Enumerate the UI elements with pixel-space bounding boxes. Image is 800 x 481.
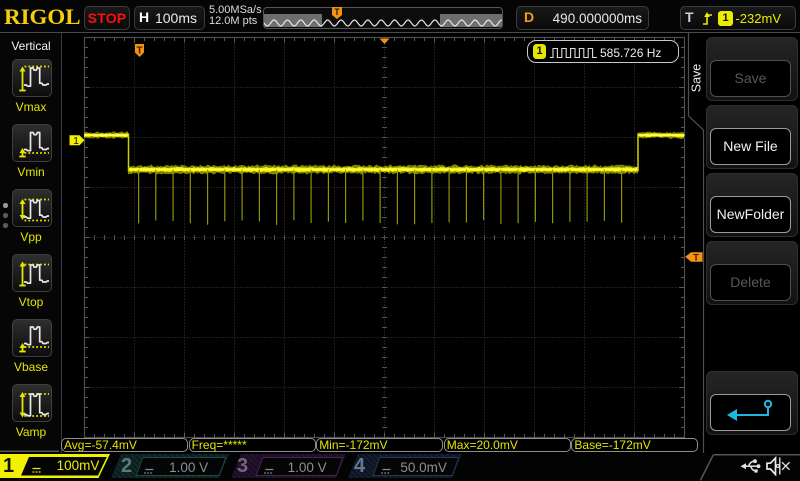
svg-text:T: T: [334, 7, 340, 17]
svg-text:T: T: [136, 46, 142, 57]
svg-text:Save: Save: [690, 64, 704, 93]
svg-text:T: T: [693, 252, 699, 262]
svg-text:1: 1: [73, 135, 79, 147]
